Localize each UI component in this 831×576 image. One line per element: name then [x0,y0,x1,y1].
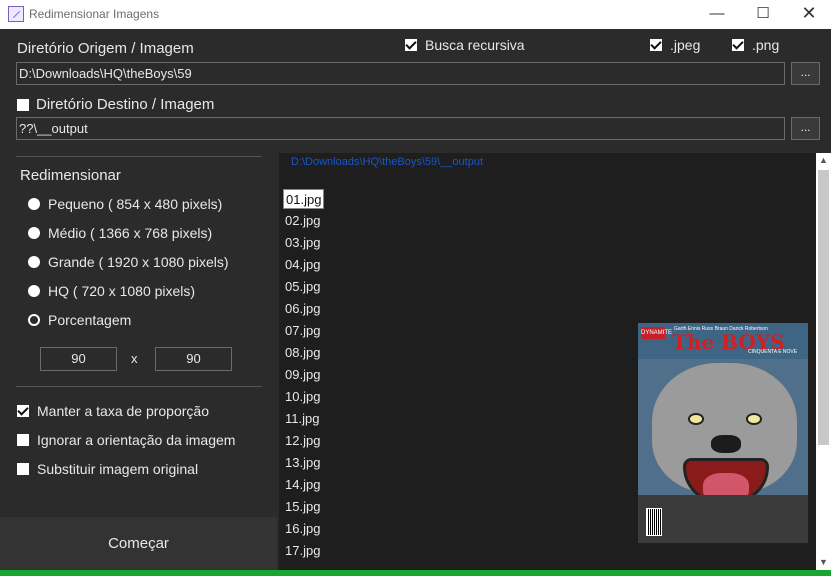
radio-dot[interactable] [28,285,40,297]
window-title: Redimensionar Imagens [29,7,160,21]
file-list-item[interactable]: 01.jpg [283,189,325,209]
ignore-orientation-checkbox[interactable]: Ignorar a orientação da imagem [17,432,235,448]
radio-dot[interactable] [28,256,40,268]
cover-art [688,413,704,425]
destination-checkbox[interactable]: Diretório Destino / Imagem [17,96,214,113]
file-list-item[interactable]: 06.jpg [283,299,322,319]
radio-dot[interactable] [28,198,40,210]
radio-dot[interactable] [28,227,40,239]
radio-small[interactable]: Pequeno ( 854 x 480 pixels) [28,196,222,212]
preview-image: DYNAMITE Garth Ennis Russ Braun Darick R… [638,323,808,543]
file-list-panel: D:\Downloads\HQ\theBoys\59\__output 01.j… [279,153,831,570]
file-list-item[interactable]: 10.jpg [283,387,322,407]
destination-path-input[interactable]: ??\__output [16,117,785,140]
file-list-item[interactable]: 15.jpg [283,497,322,517]
file-list-item[interactable]: 04.jpg [283,255,322,275]
start-button[interactable]: Começar [0,517,277,570]
file-list-item[interactable]: 05.jpg [283,277,322,297]
checkbox-box[interactable] [17,463,29,475]
checkbox-box[interactable] [17,98,29,111]
app-icon [8,6,24,22]
jpeg-checkbox[interactable]: .jpeg [650,37,700,53]
jpeg-label: .jpeg [670,37,701,53]
radio-large-label: Grande ( 1920 x 1080 pixels) [48,254,229,270]
divider [16,386,262,387]
source-label: Diretório Origem / Imagem [17,40,194,57]
file-list-item[interactable]: 02.jpg [283,211,322,231]
recursive-search-label: Busca recursiva [425,37,525,53]
file-list-item[interactable]: 11.jpg [283,409,321,429]
source-browse-button[interactable]: ... [791,62,820,85]
radio-dot-selected[interactable] [28,314,40,326]
checkbox-box[interactable] [405,39,417,51]
destination-browse-button[interactable]: ... [791,117,820,140]
ignore-orientation-label: Ignorar a orientação da imagem [37,432,236,448]
percent-separator: x [131,351,138,366]
file-list-item[interactable]: 09.jpg [283,365,322,385]
scroll-up-icon[interactable]: ▲ [816,153,831,168]
resize-heading: Redimensionar [20,167,121,184]
radio-medium[interactable]: Médio ( 1366 x 768 pixels) [28,225,212,241]
file-list-item[interactable]: 08.jpg [283,343,322,363]
divider [16,156,262,157]
radio-percentage-label: Porcentagem [48,312,132,328]
destination-label: Diretório Destino / Imagem [36,96,215,113]
png-checkbox[interactable]: .png [732,37,779,53]
png-label: .png [752,37,780,53]
recursive-search-checkbox[interactable]: Busca recursiva [405,37,525,53]
radio-hq-label: HQ ( 720 x 1080 pixels) [48,283,196,299]
source-path-input[interactable]: D:\Downloads\HQ\theBoys\59 [16,62,785,85]
replace-original-label: Substituir imagem original [37,461,199,477]
status-bar [0,570,831,576]
cover-art [638,495,808,543]
radio-hq[interactable]: HQ ( 720 x 1080 pixels) [28,283,195,299]
cover-art [711,435,741,453]
checkbox-box[interactable] [17,405,29,417]
maximize-button[interactable]: ☐ [740,0,786,29]
file-list-item[interactable]: 14.jpg [283,475,322,495]
replace-original-checkbox[interactable]: Substituir imagem original [17,461,198,477]
file-list-item[interactable]: 13.jpg [283,453,322,473]
cover-subtitle: CINQUENTA E NOVE [748,349,798,355]
radio-small-label: Pequeno ( 854 x 480 pixels) [48,196,223,212]
keep-ratio-checkbox[interactable]: Manter a taxa de proporção [17,403,209,419]
radio-percentage[interactable]: Porcentagem [28,312,131,328]
cover-art [746,413,762,425]
minimize-button[interactable]: — [694,0,740,29]
checkbox-box[interactable] [732,39,744,51]
publisher-logo: DYNAMITE [641,327,672,339]
file-list-item[interactable]: 03.jpg [283,233,322,253]
file-list-item[interactable]: 07.jpg [283,321,322,341]
percent-width-input[interactable]: 90 [40,347,117,371]
barcode [646,508,662,536]
file-list-item[interactable]: 17.jpg [283,541,322,561]
radio-large[interactable]: Grande ( 1920 x 1080 pixels) [28,254,229,270]
title-bar: Redimensionar Imagens — ☐ ✕ [0,0,831,29]
radio-medium-label: Médio ( 1366 x 768 pixels) [48,225,213,241]
file-list-item[interactable]: 16.jpg [283,519,322,539]
checkbox-box[interactable] [17,434,29,446]
output-path-link[interactable]: D:\Downloads\HQ\theBoys\59\__output [291,156,483,168]
vertical-scrollbar[interactable]: ▲ ▼ [816,153,831,570]
scroll-down-icon[interactable]: ▼ [816,555,831,570]
close-button[interactable]: ✕ [786,0,831,29]
checkbox-box[interactable] [650,39,662,51]
scroll-thumb[interactable] [818,170,829,445]
keep-ratio-label: Manter a taxa de proporção [37,403,209,419]
file-list-item[interactable]: 12.jpg [283,431,322,451]
percent-height-input[interactable]: 90 [155,347,232,371]
